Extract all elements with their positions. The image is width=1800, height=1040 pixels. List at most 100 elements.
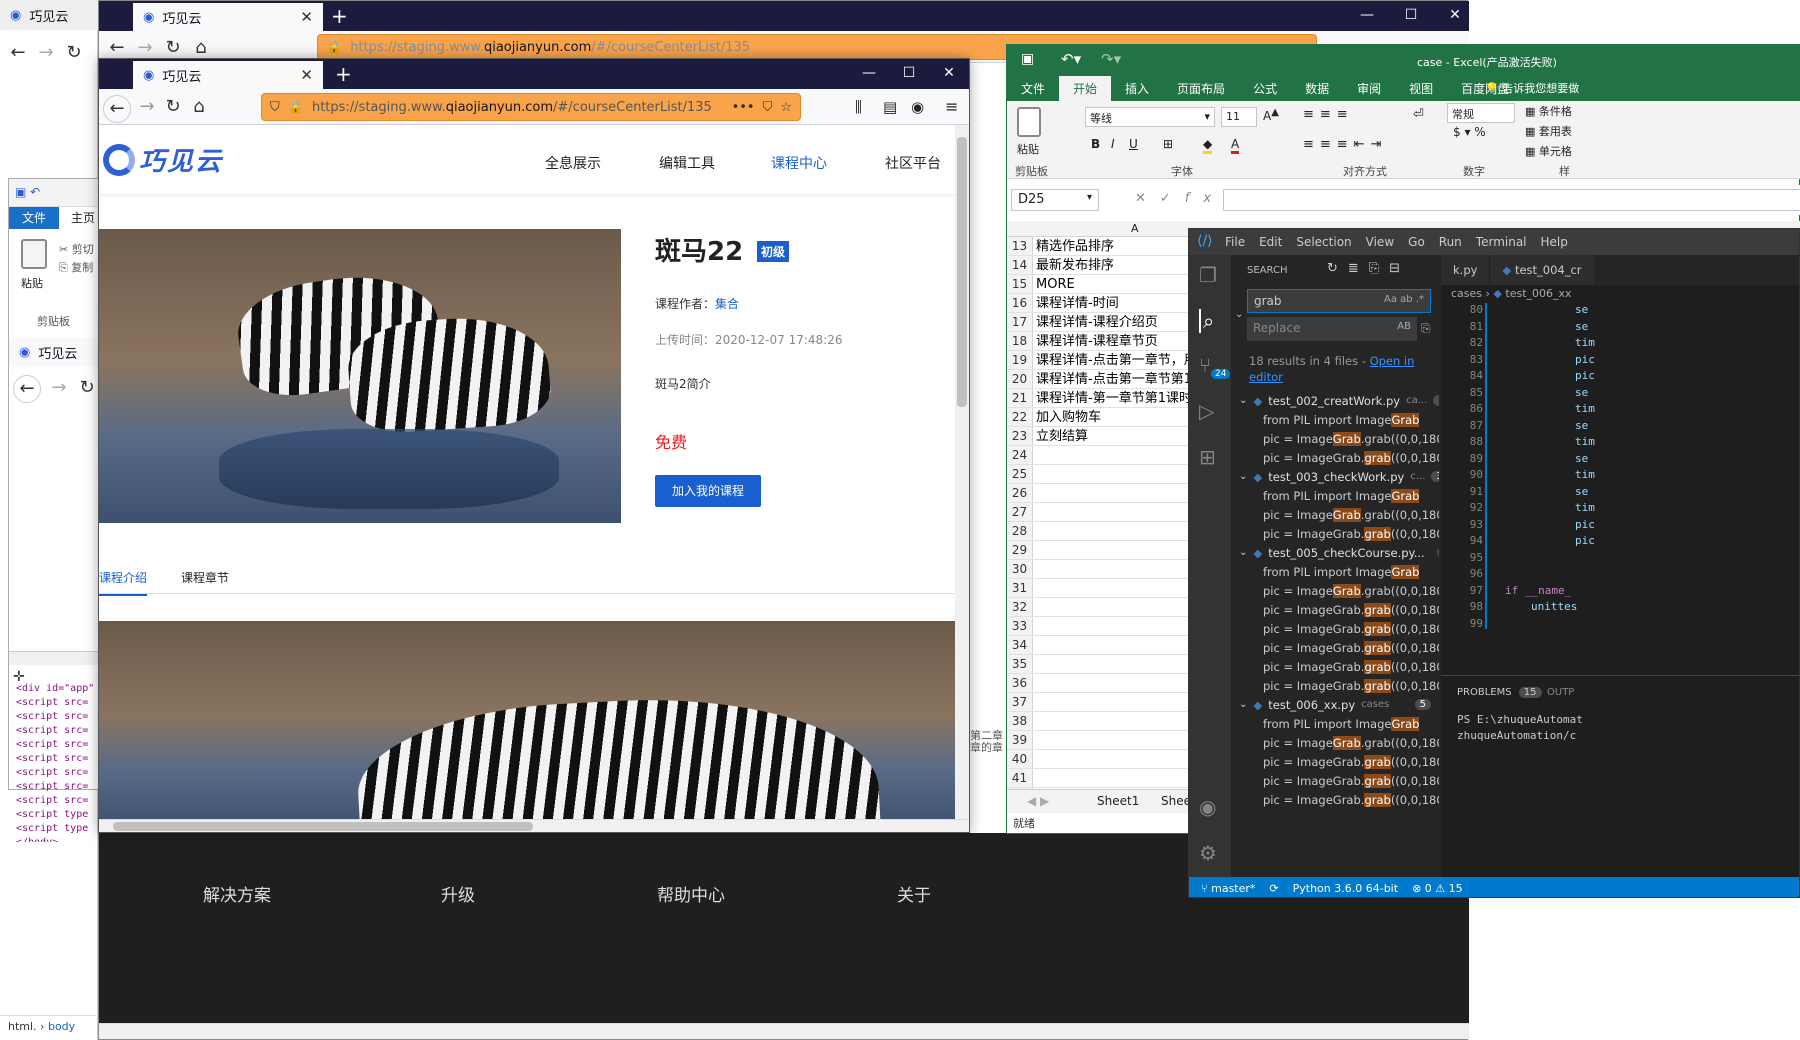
source-control-icon[interactable]: ⑂	[1199, 353, 1211, 377]
search-result-line[interactable]: from PIL import Image Grab	[1239, 410, 1439, 429]
tab-course-intro[interactable]: 课程介绍	[99, 569, 148, 596]
search-result-line[interactable]: pic = ImageGrab.grab((0,0,1800,1...	[1239, 429, 1439, 448]
devtools-line[interactable]: <script src=	[16, 710, 98, 724]
breadcrumb-body[interactable]: body	[48, 1020, 75, 1033]
excel-menu-item[interactable]: 公式	[1239, 76, 1291, 101]
excel-menu-item[interactable]: 开始	[1059, 75, 1112, 101]
devtools-line[interactable]: <script type	[16, 808, 98, 822]
excel-fill-color-icon[interactable]: ◆	[1203, 137, 1213, 154]
code-line[interactable]: tim	[1495, 501, 1799, 518]
breadcrumb-html[interactable]: html.	[8, 1020, 37, 1033]
branch-status[interactable]: ⑂ master*	[1201, 882, 1255, 895]
code-line[interactable]: se	[1495, 303, 1799, 320]
excel-align-icons-2[interactable]: ≡≡≡⇤⇥	[1303, 137, 1387, 152]
excel-row-number[interactable]: 39	[1007, 731, 1033, 749]
search-result-line[interactable]: pic = ImageGrab.grab((0,0,1800,1...	[1239, 581, 1439, 600]
bg-hscrollbar[interactable]	[99, 1023, 1469, 1039]
code-line[interactable]: se	[1495, 320, 1799, 337]
search-input[interactable]: grab Aa ab .*	[1247, 289, 1431, 313]
editor-tab-1[interactable]: k.py	[1441, 255, 1490, 285]
excel-row-number[interactable]: 13	[1007, 237, 1033, 255]
code-line[interactable]: se	[1495, 452, 1799, 469]
vscode-menu-item[interactable]: Run	[1439, 235, 1462, 249]
sidebar-icon[interactable]: ▤	[883, 98, 897, 116]
excel-paste-icon[interactable]	[1017, 107, 1041, 137]
excel-menu-item[interactable]: 审阅	[1343, 76, 1395, 101]
devtools-line[interactable]: <script src=	[16, 766, 98, 780]
back-icon[interactable]: ←	[103, 37, 131, 58]
paste-icon[interactable]	[21, 239, 47, 269]
excel-row-number[interactable]: 26	[1007, 484, 1033, 502]
search-result-line[interactable]: pic = ImageGrab.grab((0,0,1800,1...	[1239, 733, 1439, 752]
excel-row-number[interactable]: 17	[1007, 313, 1033, 331]
close-window-icon[interactable]: ✕	[927, 65, 969, 81]
code-line[interactable]: tim	[1495, 336, 1799, 353]
sheet-tab-2[interactable]: Shee	[1161, 794, 1191, 808]
search-result-line[interactable]: pic = ImageGrab.grab((0,0,1800,1...	[1239, 524, 1439, 543]
devtools-line[interactable]: <script src=	[16, 738, 98, 752]
excel-row-number[interactable]: 32	[1007, 598, 1033, 616]
excel-undo-icon[interactable]: ↶▾	[1061, 50, 1081, 68]
excel-bold-button[interactable]: B	[1091, 137, 1100, 151]
copy-button[interactable]: ⎘ 复制	[59, 259, 93, 275]
code-line[interactable]: pic	[1495, 534, 1799, 551]
nav-community[interactable]: 社区平台	[885, 153, 941, 173]
undo-icon[interactable]: ↶	[30, 185, 40, 199]
nav-edit-tools[interactable]: 编辑工具	[659, 153, 715, 173]
small-hscrollbar[interactable]	[9, 651, 109, 665]
excel-row-number[interactable]: 37	[1007, 693, 1033, 711]
new-tab-icon[interactable]: +	[335, 62, 352, 86]
problems-status[interactable]: ⊗ 0 ⚠ 15	[1412, 882, 1463, 895]
vscode-menu-item[interactable]: Selection	[1296, 235, 1351, 249]
excel-col-a[interactable]: A	[1131, 222, 1139, 235]
excel-row-number[interactable]: 14	[1007, 256, 1033, 274]
code-line[interactable]	[1495, 617, 1799, 634]
vscode-menu-item[interactable]: Help	[1541, 235, 1568, 249]
back-icon[interactable]: ←	[4, 42, 32, 63]
excel-row-number[interactable]: 40	[1007, 750, 1033, 768]
home-icon[interactable]: ⌂	[185, 96, 213, 117]
forward-icon[interactable]: →	[32, 42, 60, 63]
forward-icon[interactable]: →	[131, 37, 159, 58]
python-interpreter[interactable]: Python 3.6.0 64-bit	[1293, 882, 1398, 895]
excel-row-number[interactable]: 15	[1007, 275, 1033, 293]
new-tab-icon[interactable]: +	[331, 4, 348, 28]
excel-menu-item[interactable]: 文件	[1007, 76, 1059, 101]
excel-row-number[interactable]: 29	[1007, 541, 1033, 559]
excel-row-number[interactable]: 18	[1007, 332, 1033, 350]
tab-course-chapters[interactable]: 课程章节	[181, 569, 229, 586]
close-tab-icon[interactable]: ✕	[300, 66, 313, 84]
code-line[interactable]: pic	[1495, 353, 1799, 370]
panel-tab-output[interactable]: OUTP	[1547, 687, 1574, 698]
nav-holoshow[interactable]: 全息展示	[545, 153, 601, 173]
vscode-menu-item[interactable]: Go	[1408, 235, 1425, 249]
excel-row-number[interactable]: 38	[1007, 712, 1033, 730]
account-icon[interactable]: ◉	[911, 98, 924, 116]
back-icon[interactable]: ←	[103, 95, 131, 123]
minimize-icon[interactable]: —	[847, 65, 891, 81]
small-browser-tab[interactable]: ◉ 巧见云	[9, 337, 109, 367]
footer-link-about[interactable]: 关于	[897, 881, 931, 906]
excel-border-icon[interactable]: ⊞	[1163, 137, 1173, 151]
cut-button[interactable]: ✂ 剪切	[59, 241, 94, 257]
small-ribbon-tab-home[interactable]: 主页	[63, 207, 103, 229]
devtools-line[interactable]: <div id="app"	[16, 682, 98, 696]
excel-menu-item[interactable]: 页面布局	[1163, 76, 1239, 101]
search-result-line[interactable]: pic = ImageGrab.grab((0,0,1800,1...	[1239, 600, 1439, 619]
minimize-icon[interactable]: —	[1345, 7, 1389, 23]
devtools-line[interactable]: <script src=	[16, 696, 98, 710]
excel-row-number[interactable]: 30	[1007, 560, 1033, 578]
run-debug-icon[interactable]: ▷	[1199, 399, 1214, 423]
search-result-line[interactable]: from PIL import Image Grab	[1239, 486, 1439, 505]
replace-input[interactable]: Replace AB	[1247, 317, 1417, 341]
left-tab[interactable]: ◉ 巧见云	[0, 0, 98, 30]
excel-row-number[interactable]: 27	[1007, 503, 1033, 521]
excel-row-number[interactable]: 21	[1007, 389, 1033, 407]
excel-tellme[interactable]: 💡 告诉我您想要做	[1485, 80, 1579, 96]
author-name[interactable]: 集合	[715, 297, 739, 311]
code-line[interactable]: tim	[1495, 402, 1799, 419]
search-options-icon[interactable]: Aa ab .*	[1384, 294, 1424, 305]
code-line[interactable]	[1495, 567, 1799, 584]
excel-row-number[interactable]: 31	[1007, 579, 1033, 597]
menu-icon[interactable]: ≡	[945, 97, 958, 116]
